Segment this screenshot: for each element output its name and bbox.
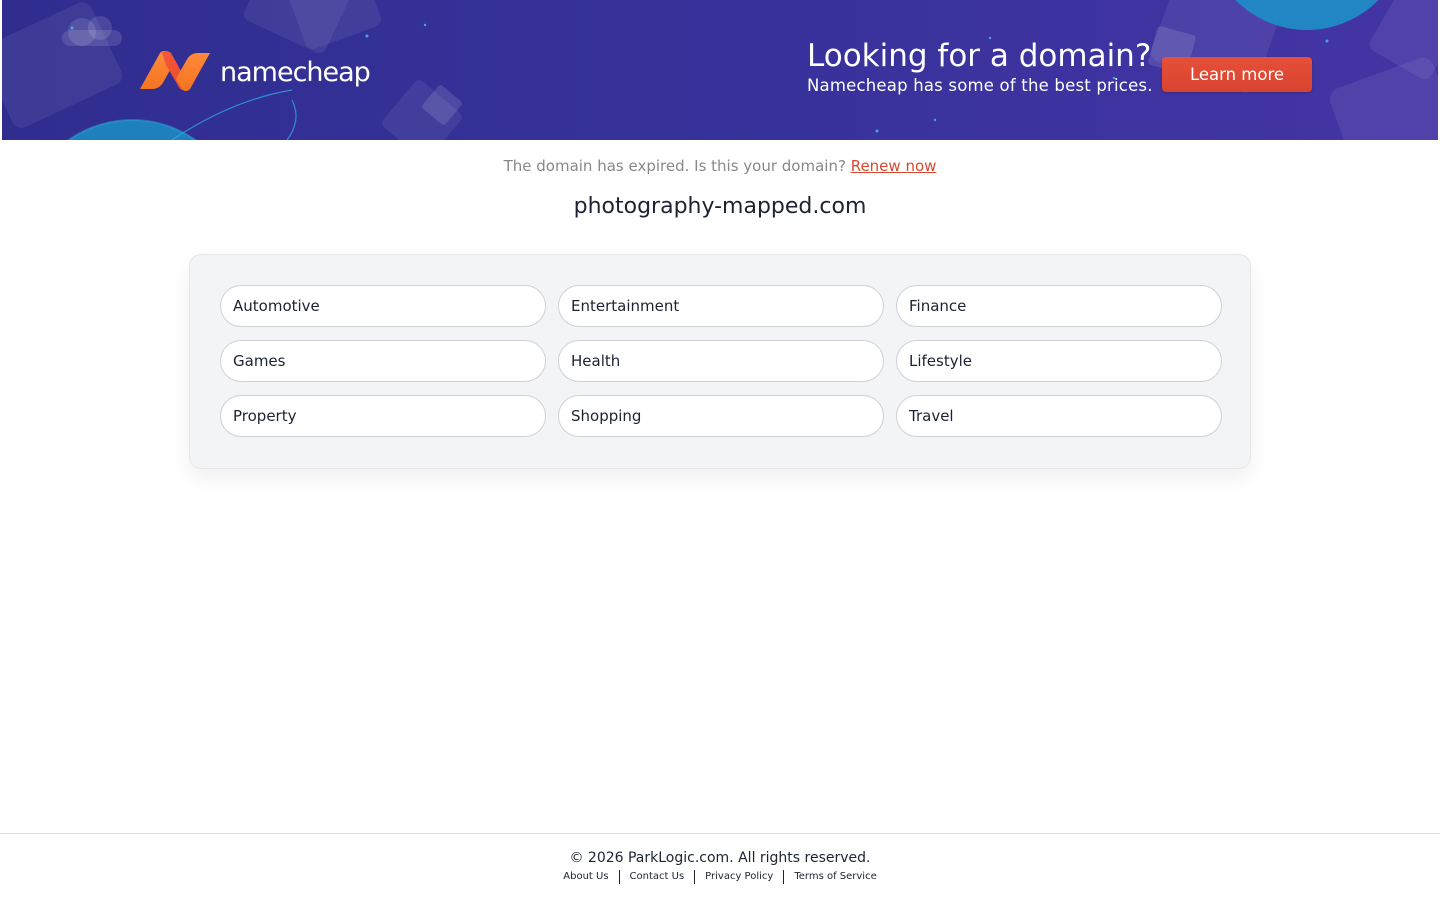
expired-notice-text: The domain has expired. Is this your dom… [503,157,846,175]
learn-more-button[interactable]: Learn more [1162,57,1312,92]
category-entertainment[interactable]: Entertainment [558,285,884,327]
footer: © 2026 ParkLogic.com. All rights reserve… [0,833,1440,900]
domain-title: photography-mapped.com [573,194,867,219]
expired-notice: The domain has expired. Is this your dom… [0,155,1440,177]
footer-links: About Us Contact Us Privacy Policy Terms… [0,870,1440,884]
category-automotive[interactable]: Automotive [220,285,546,327]
category-shopping[interactable]: Shopping [558,395,884,437]
namecheap-logo[interactable]: namecheap [138,48,371,94]
copyright-text: © 2026 ParkLogic.com. All rights reserve… [569,850,871,866]
privacy-policy-link[interactable]: Privacy Policy [695,870,783,884]
brand-name: namecheap [220,56,371,88]
about-us-link[interactable]: About Us [553,870,618,884]
category-health[interactable]: Health [558,340,884,382]
promo-headline: Looking for a domain? [807,38,1152,74]
promo-text: Looking for a domain? Namecheap has some… [807,37,1153,97]
namecheap-n-icon [140,51,210,91]
terms-of-service-link[interactable]: Terms of Service [784,870,886,884]
category-lifestyle[interactable]: Lifestyle [896,340,1222,382]
promo-banner[interactable]: namecheap Looking for a domain? Namechea… [2,0,1438,140]
renew-now-link[interactable]: Renew now [851,157,937,175]
category-property[interactable]: Property [220,395,546,437]
category-finance[interactable]: Finance [896,285,1222,327]
contact-us-link[interactable]: Contact Us [620,870,695,884]
category-games[interactable]: Games [220,340,546,382]
promo-subline: Namecheap has some of the best prices. [807,76,1153,95]
category-travel[interactable]: Travel [896,395,1222,437]
categories-panel: Automotive Entertainment Finance Games H… [189,254,1251,469]
